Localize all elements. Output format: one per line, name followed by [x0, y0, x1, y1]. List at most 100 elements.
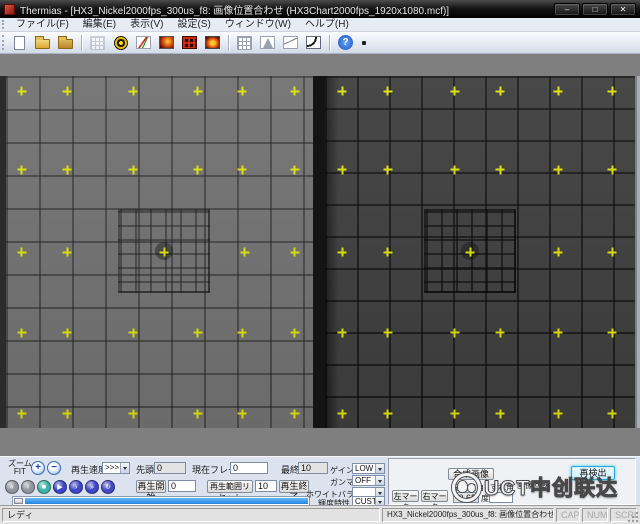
zoom-out-button[interactable]: − — [47, 461, 61, 475]
play-start-field[interactable]: 0 — [168, 480, 196, 492]
close-button[interactable]: ✕ — [610, 3, 636, 16]
slider-fill — [25, 498, 308, 504]
transport-controls: «‹■▶›»↻ — [5, 480, 115, 494]
app-icon — [4, 4, 15, 15]
help-button[interactable]: ? — [335, 33, 356, 53]
gain-select[interactable]: LOW — [352, 463, 385, 474]
degree-unit-label: 度 — [481, 493, 489, 504]
alignment-cross — [193, 87, 202, 96]
toolbar-overflow-icon[interactable] — [362, 41, 366, 45]
play-start-button[interactable]: 再生開始 — [136, 480, 166, 493]
play-button[interactable]: ▶ — [53, 480, 67, 494]
resize-grip[interactable] — [627, 511, 639, 523]
menu-item[interactable]: ヘルプ(H) — [298, 18, 356, 31]
title-bar: Thermias - [HX3_Nickel2000fps_300us_f8: … — [0, 0, 640, 18]
alignment-cross — [608, 165, 617, 174]
right-image — [325, 76, 635, 428]
jump-end-button[interactable]: » — [85, 480, 99, 494]
head-frame-field[interactable]: 0 — [154, 462, 186, 474]
current-frame-field[interactable]: 0 — [230, 462, 268, 474]
thermal-blob-button[interactable] — [202, 33, 223, 53]
playback-speed-select[interactable]: >>> — [102, 462, 130, 474]
step-forward-button[interactable]: › — [69, 480, 83, 494]
grid-faint-button[interactable] — [87, 33, 108, 53]
menu-item[interactable]: ウィンドウ(W) — [218, 18, 298, 31]
jump-start-button[interactable]: « — [5, 480, 19, 494]
viewer — [0, 54, 640, 456]
alignment-cross — [17, 248, 26, 257]
alignment-cross — [129, 328, 138, 337]
slider-handle[interactable] — [14, 498, 23, 504]
alignment-cross — [129, 87, 138, 96]
composite-image-button[interactable]: 合成画像 — [448, 468, 494, 480]
step-back-button[interactable]: ‹ — [21, 480, 35, 494]
thermal-dots-button[interactable] — [179, 33, 200, 53]
maximize-button[interactable]: □ — [582, 3, 608, 16]
stop-button[interactable]: ■ — [37, 480, 51, 494]
left-rotation-field[interactable]: 0.65 — [453, 492, 479, 503]
grid-faint-icon — [90, 36, 105, 50]
zoom-in-button[interactable]: + — [31, 461, 45, 475]
range-reset-button[interactable]: 再生範囲リセット — [207, 480, 253, 493]
menu-item[interactable]: 表示(V) — [123, 18, 170, 31]
head-frame-label: 先頭 — [136, 463, 154, 476]
thermal-image-icon — [159, 36, 174, 49]
left-mark-button[interactable]: 左マーク — [392, 490, 419, 502]
alignment-cross — [383, 328, 392, 337]
toolbar-grip — [2, 35, 5, 50]
alignment-cross — [338, 165, 347, 174]
minimize-button[interactable]: – — [554, 3, 580, 16]
toolbar-separator — [81, 35, 82, 51]
alignment-cross — [238, 328, 247, 337]
image-gap — [312, 76, 325, 428]
right-mark-button[interactable]: 右マーク — [421, 490, 448, 502]
play-end-button[interactable]: 再生終了 — [279, 480, 309, 493]
histogram-button[interactable] — [257, 33, 278, 53]
decay-curve-button[interactable] — [303, 33, 324, 53]
alignment-cross — [608, 409, 617, 418]
alignment-cross — [240, 248, 249, 257]
target-button[interactable] — [110, 33, 131, 53]
new-document-icon — [14, 36, 25, 50]
alignment-cross — [554, 87, 563, 96]
menu-item[interactable]: ファイル(F) — [9, 18, 76, 31]
alignment-cross — [383, 409, 392, 418]
shift-angle-field[interactable] — [489, 492, 513, 503]
app-window: Thermias - [HX3_Nickel2000fps_300us_f8: … — [0, 0, 640, 524]
alignment-cross — [450, 409, 459, 418]
menu-item[interactable]: 設定(S) — [170, 18, 217, 31]
range-end-field[interactable]: 10 — [255, 480, 277, 492]
alignment-cross — [290, 165, 299, 174]
status-bar: レディ HX3_Nickel2000fps_300us_f8: 画像位置合わせ … — [0, 505, 640, 524]
line-chart-button[interactable] — [133, 33, 154, 53]
alignment-cross — [63, 409, 72, 418]
profile-curve-button[interactable] — [280, 33, 301, 53]
alignment-cross — [608, 328, 617, 337]
loop-button[interactable]: ↻ — [101, 480, 115, 494]
gamma-select[interactable]: OFF — [352, 475, 385, 486]
redetect-button[interactable]: 再検出 — [571, 466, 615, 480]
window-title: Thermias - [HX3_Nickel2000fps_300us_f8: … — [20, 2, 554, 17]
alignment-cross — [496, 165, 505, 174]
alignment-cross — [554, 409, 563, 418]
alignment-cross — [554, 165, 563, 174]
alignment-cross — [608, 87, 617, 96]
alignment-cross — [496, 409, 505, 418]
alignment-cross — [160, 248, 169, 257]
gamma-label: ガンマ — [330, 477, 354, 488]
menu-item[interactable]: 編集(E) — [76, 18, 123, 31]
alignment-cross — [450, 87, 459, 96]
open-folder-button[interactable] — [32, 33, 53, 53]
last-frame-field[interactable]: 10 — [298, 462, 328, 474]
new-document-button[interactable] — [9, 33, 30, 53]
save-folder-button[interactable] — [55, 33, 76, 53]
menu-grip — [2, 20, 5, 29]
alignment-cross — [193, 165, 202, 174]
alignment-cross — [63, 165, 72, 174]
thermal-image-button[interactable] — [156, 33, 177, 53]
alignment-cross — [450, 165, 459, 174]
alignment-cross — [129, 409, 138, 418]
chevron-down-icon — [375, 476, 384, 485]
last-frame-label: 最終 — [281, 463, 299, 476]
grid-button[interactable] — [234, 33, 255, 53]
